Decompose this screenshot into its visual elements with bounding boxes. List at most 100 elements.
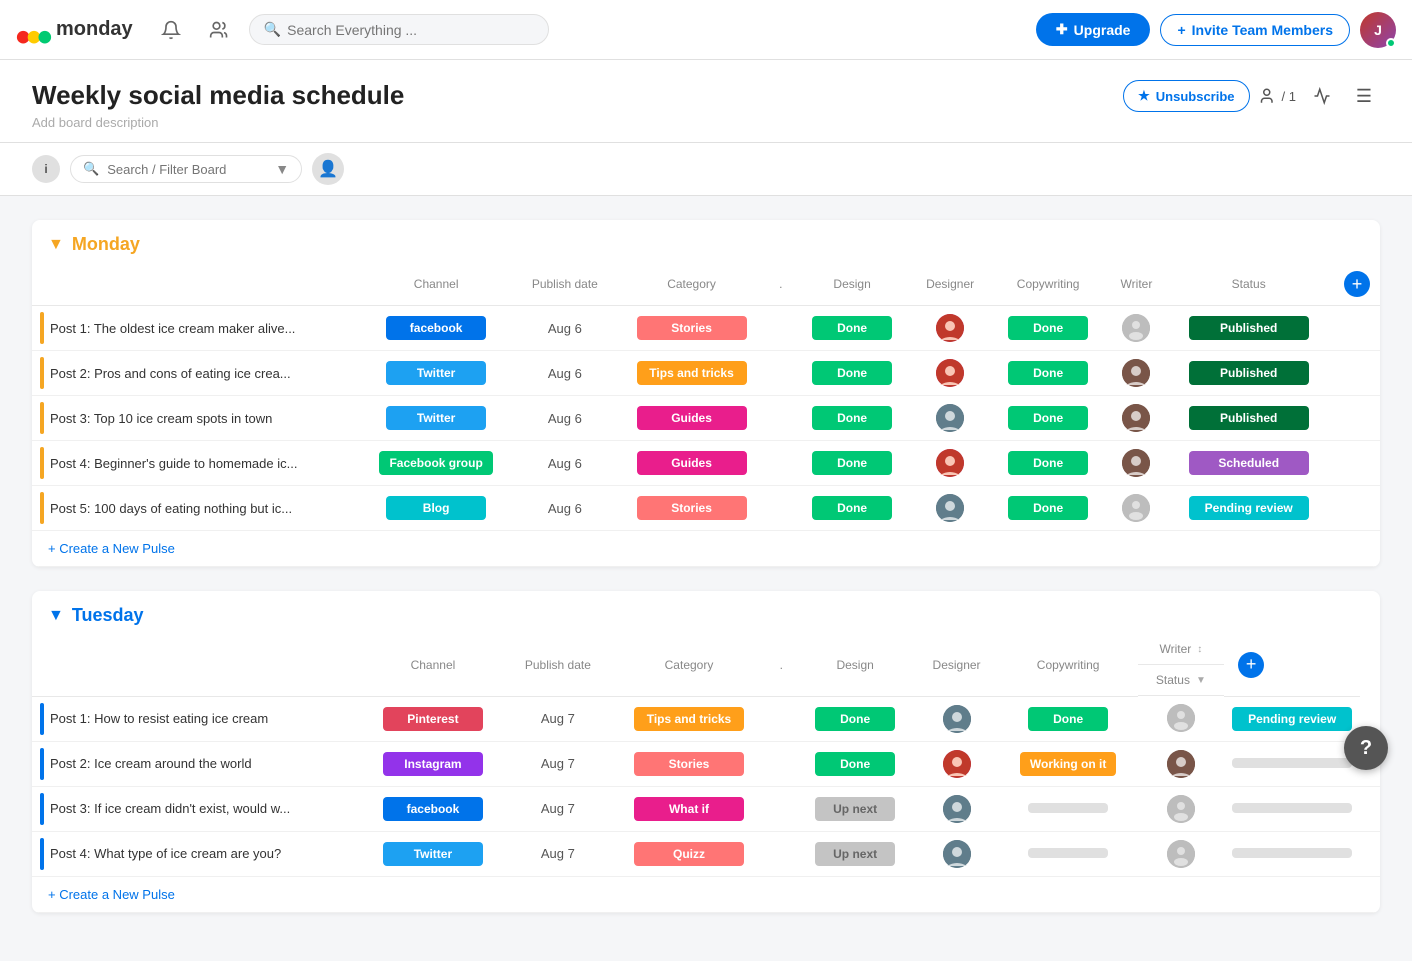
row-title[interactable]: Post 2: Ice cream around the world	[50, 756, 252, 771]
writer-cell	[1114, 404, 1160, 432]
category-badge[interactable]: Stories	[634, 752, 744, 776]
row-title[interactable]: Post 3: Top 10 ice cream spots in town	[50, 411, 272, 426]
status-badge[interactable]: Published	[1189, 316, 1309, 340]
more-button[interactable]: ☰	[1348, 80, 1380, 112]
add-column-monday-button[interactable]: +	[1344, 271, 1370, 297]
designer-cell	[917, 449, 982, 477]
design-badge[interactable]: Done	[815, 752, 895, 776]
row-title[interactable]: Post 4: Beginner's guide to homemade ic.…	[50, 456, 297, 471]
design-badge[interactable]: Up next	[815, 842, 895, 866]
row-title[interactable]: Post 1: How to resist eating ice cream	[50, 711, 268, 726]
row-title[interactable]: Post 5: 100 days of eating nothing but i…	[50, 501, 292, 516]
channel-badge[interactable]: Twitter	[386, 406, 486, 430]
category-badge[interactable]: What if	[634, 797, 744, 821]
writer-cell	[1146, 840, 1216, 868]
row-title[interactable]: Post 3: If ice cream didn't exist, would…	[50, 801, 290, 816]
status-badge[interactable]	[1232, 758, 1352, 768]
design-badge[interactable]: Up next	[815, 797, 895, 821]
category-badge[interactable]: Tips and tricks	[634, 707, 744, 731]
writer-cell	[1114, 494, 1160, 522]
team-button[interactable]	[201, 12, 237, 48]
category-badge[interactable]: Guides	[637, 406, 747, 430]
logo[interactable]: monday	[16, 12, 133, 48]
status-badge[interactable]	[1232, 803, 1352, 813]
category-badge[interactable]: Tips and tricks	[637, 361, 747, 385]
dot-cell	[767, 351, 795, 396]
designer-cell	[922, 795, 990, 823]
filter-input[interactable]	[107, 162, 267, 177]
add-column-tuesday-button[interactable]: +	[1238, 652, 1264, 678]
design-badge[interactable]: Done	[812, 406, 892, 430]
category-badge[interactable]: Stories	[637, 316, 747, 340]
status-sort-icon[interactable]: ▼	[1196, 675, 1206, 686]
channel-badge[interactable]: facebook	[386, 316, 486, 340]
board-team-button[interactable]: / 1	[1260, 87, 1296, 105]
channel-badge[interactable]: facebook	[383, 797, 483, 821]
help-button[interactable]: ?	[1344, 726, 1388, 770]
notifications-button[interactable]	[153, 12, 189, 48]
info-button[interactable]: i	[32, 155, 60, 183]
status-badge[interactable]: Published	[1189, 361, 1309, 385]
copywriting-badge[interactable]	[1028, 803, 1108, 813]
row-title[interactable]: Post 2: Pros and cons of eating ice crea…	[50, 366, 291, 381]
design-badge[interactable]: Done	[812, 361, 892, 385]
th-design-monday: Design	[795, 263, 910, 306]
create-pulse-label[interactable]: + Create a New Pulse	[32, 531, 1380, 567]
avatar[interactable]: J	[1360, 12, 1396, 48]
filter-dropdown-button[interactable]: ▼	[275, 161, 289, 177]
category-badge[interactable]: Guides	[637, 451, 747, 475]
status-badge[interactable]: Scheduled	[1189, 451, 1309, 475]
designer-cell	[922, 840, 990, 868]
copywriting-badge[interactable]	[1028, 848, 1108, 858]
row-title[interactable]: Post 4: What type of ice cream are you?	[50, 846, 281, 861]
row-title[interactable]: Post 1: The oldest ice cream maker alive…	[50, 321, 295, 336]
copywriting-badge[interactable]: Done	[1008, 316, 1088, 340]
copywriting-badge[interactable]: Done	[1008, 496, 1088, 520]
category-badge[interactable]: Stories	[637, 496, 747, 520]
th-copywriting-tuesday: Copywriting	[999, 634, 1138, 696]
unsubscribe-button[interactable]: ★ Unsubscribe	[1123, 80, 1249, 112]
writer-sort-icon[interactable]: ↕	[1197, 644, 1202, 655]
category-badge[interactable]: Quizz	[634, 842, 744, 866]
group-tuesday: ▼ Tuesday Channel Publish date Category …	[32, 591, 1380, 913]
avatar-av-3	[1167, 750, 1195, 778]
dot-cell	[767, 306, 795, 351]
th-dot-tuesday: .	[767, 634, 796, 696]
status-badge[interactable]	[1232, 848, 1352, 858]
status-badge[interactable]: Pending review	[1189, 496, 1309, 520]
avatar-av-cat	[1167, 704, 1195, 732]
channel-badge[interactable]: Facebook group	[379, 451, 492, 475]
person-filter-button[interactable]: 👤	[312, 153, 344, 185]
create-pulse-label[interactable]: + Create a New Pulse	[32, 876, 1380, 912]
group-monday-toggle[interactable]: ▼	[48, 236, 64, 254]
th-category-monday: Category	[616, 263, 767, 306]
board-description[interactable]: Add board description	[32, 115, 404, 130]
activity-button[interactable]	[1306, 80, 1338, 112]
status-badge[interactable]: Published	[1189, 406, 1309, 430]
copywriting-badge[interactable]: Done	[1028, 707, 1108, 731]
channel-badge[interactable]: Blog	[386, 496, 486, 520]
channel-badge[interactable]: Twitter	[386, 361, 486, 385]
design-badge[interactable]: Done	[812, 496, 892, 520]
copywriting-badge[interactable]: Done	[1008, 361, 1088, 385]
upgrade-button[interactable]: ✚ Upgrade	[1036, 13, 1151, 46]
search-input[interactable]	[287, 22, 487, 38]
copywriting-badge[interactable]: Done	[1008, 451, 1088, 475]
create-pulse-row[interactable]: + Create a New Pulse	[32, 876, 1380, 912]
empty-add-cell	[1330, 351, 1380, 396]
copywriting-badge[interactable]: Done	[1008, 406, 1088, 430]
group-tuesday-toggle[interactable]: ▼	[48, 607, 64, 625]
table-row: Post 2: Ice cream around the world Instag…	[32, 741, 1380, 786]
channel-badge[interactable]: Twitter	[383, 842, 483, 866]
row-stripe	[40, 748, 44, 780]
design-badge[interactable]: Done	[812, 451, 892, 475]
design-badge[interactable]: Done	[812, 316, 892, 340]
channel-badge[interactable]: Instagram	[383, 752, 483, 776]
status-badge[interactable]: Pending review	[1232, 707, 1352, 731]
tbody-monday: Post 1: The oldest ice cream maker alive…	[32, 306, 1380, 567]
copywriting-badge[interactable]: Working on it	[1020, 752, 1116, 776]
invite-button[interactable]: + Invite Team Members	[1160, 14, 1350, 46]
channel-badge[interactable]: Pinterest	[383, 707, 483, 731]
design-badge[interactable]: Done	[815, 707, 895, 731]
create-pulse-row[interactable]: + Create a New Pulse	[32, 531, 1380, 567]
